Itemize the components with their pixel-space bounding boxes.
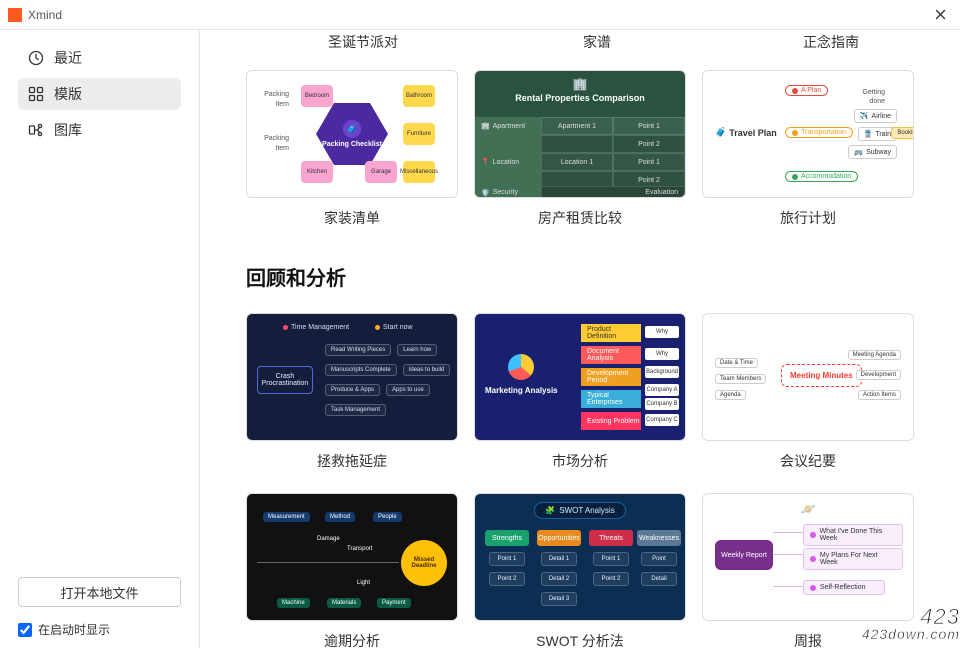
sidebar-item-library[interactable]: 图库 xyxy=(18,114,181,146)
template-label: 市场分析 xyxy=(552,451,608,471)
grid-icon xyxy=(28,86,44,102)
template-card-packing-checklist[interactable]: 🧳 Packing Checklist Bedroom Bathroom Fur… xyxy=(246,70,458,228)
app-title: Xmind xyxy=(28,8,62,22)
template-label: 拯救拖延症 xyxy=(317,451,387,471)
template-thumb: 🧩SWOT Analysis Strengths Point 1 Point 2… xyxy=(474,493,686,621)
template-label: 会议纪要 xyxy=(780,451,836,471)
open-local-file-button[interactable]: 打开本地文件 xyxy=(18,577,181,607)
template-thumb: 🏢 Rental Properties Comparison 🏢Apartmen… xyxy=(474,70,686,198)
hexagon-icon: 🧳 Packing Checklist xyxy=(316,103,388,165)
main-content[interactable]: 圣诞节派对 家谱 正念指南 🧳 Packing Checklist Bedroo… xyxy=(200,30,960,648)
template-card-rental-comparison[interactable]: 🏢 Rental Properties Comparison 🏢Apartmen… xyxy=(474,70,686,228)
clock-icon xyxy=(28,50,44,66)
template-card-missed-deadline[interactable]: Missed Deadline Measurement Method Peopl… xyxy=(246,493,458,648)
template-label: SWOT 分析法 xyxy=(536,631,624,648)
show-on-startup-option[interactable]: 在启动时显示 xyxy=(18,621,181,638)
template-thumb: Missed Deadline Measurement Method Peopl… xyxy=(246,493,458,621)
app-icon xyxy=(8,8,22,22)
sidebar-item-recent[interactable]: 最近 xyxy=(18,42,181,74)
template-card-weekly-report[interactable]: 🪐 Weekly Report What I've Done This Week… xyxy=(702,493,914,648)
template-label: 周报 xyxy=(794,631,822,648)
sidebar-item-templates[interactable]: 模版 xyxy=(18,78,181,110)
building-icon: 🏢 Rental Properties Comparison xyxy=(475,77,685,103)
mindmap-icon xyxy=(28,122,44,138)
template-label: 家谱 xyxy=(480,32,714,52)
template-card-meeting-minutes[interactable]: Meeting Minutes Date & Time Team Members… xyxy=(702,313,914,471)
template-thumb: 🧳 Packing Checklist Bedroom Bathroom Fur… xyxy=(246,70,458,198)
section-heading: 回顾和分析 xyxy=(246,262,932,291)
template-card-swot-analysis[interactable]: 🧩SWOT Analysis Strengths Point 1 Point 2… xyxy=(474,493,686,648)
show-on-startup-checkbox[interactable] xyxy=(18,623,32,637)
sidebar-item-label: 图库 xyxy=(54,120,82,140)
template-thumb: 🧳Travel Plan A Plan Transportation Accom… xyxy=(702,70,914,198)
template-label: 正念指南 xyxy=(714,32,948,52)
close-icon xyxy=(935,9,946,20)
sidebar-item-label: 模版 xyxy=(54,84,82,104)
close-button[interactable] xyxy=(920,0,960,30)
titlebar: Xmind xyxy=(0,0,960,30)
template-label: 逾期分析 xyxy=(324,631,380,648)
template-card-travel-plan[interactable]: 🧳Travel Plan A Plan Transportation Accom… xyxy=(702,70,914,228)
template-thumb: Time Management Start now Crash Procrast… xyxy=(246,313,458,441)
planet-icon: 🪐 xyxy=(703,502,913,516)
template-label: 旅行计划 xyxy=(780,208,836,228)
template-label: 家装清单 xyxy=(324,208,380,228)
template-card-crash-procrastination[interactable]: Time Management Start now Crash Procrast… xyxy=(246,313,458,471)
analysis-icon: 🧩 xyxy=(545,506,555,515)
template-thumb: Meeting Minutes Date & Time Team Members… xyxy=(702,313,914,441)
sidebar: 最近 模版 图库 打开本地文件 在启动时显示 xyxy=(0,30,200,648)
show-on-startup-label: 在启动时显示 xyxy=(38,621,110,638)
template-label: 圣诞节派对 xyxy=(246,32,480,52)
template-label: 房产租赁比较 xyxy=(538,208,622,228)
template-card-marketing-analysis[interactable]: Marketing Analysis Product Definition Wh… xyxy=(474,313,686,471)
template-thumb: Marketing Analysis Product Definition Wh… xyxy=(474,313,686,441)
template-thumb: 🪐 Weekly Report What I've Done This Week… xyxy=(702,493,914,621)
prev-row-labels: 圣诞节派对 家谱 正念指南 xyxy=(246,32,950,52)
sidebar-item-label: 最近 xyxy=(54,48,82,68)
pie-chart-icon: Marketing Analysis xyxy=(485,354,558,395)
